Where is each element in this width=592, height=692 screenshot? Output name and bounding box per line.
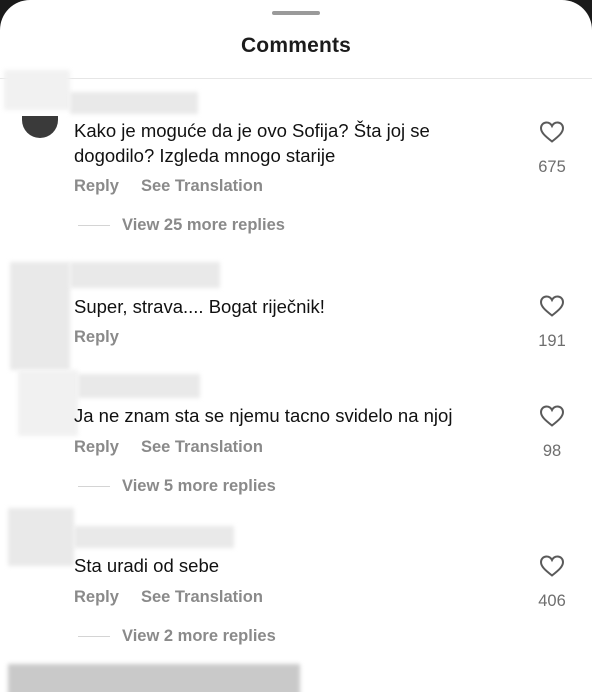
avatar-redacted [4,70,70,110]
view-replies-label: View 25 more replies [122,215,285,234]
view-replies-label: View 5 more replies [122,476,276,495]
heart-icon[interactable] [539,294,565,318]
divider [0,78,592,79]
avatar-redacted [18,370,78,436]
avatar-redacted [10,262,70,370]
comment-text: Super, strava.... Bogat riječnik! [74,296,325,317]
username-redacted [70,92,198,114]
heart-icon[interactable] [539,120,565,144]
username-redacted [78,374,200,398]
reply-button[interactable]: Reply [74,328,119,347]
reply-button[interactable]: Reply [74,177,119,196]
comments-sheet: Comments Kako je moguće da je ovo Sofija… [0,0,592,692]
see-translation-button[interactable]: See Translation [141,588,263,606]
avatar-redacted [8,508,74,566]
like-count: 406 [538,592,566,610]
view-replies-button[interactable]: View 5 more replies [78,475,276,497]
username-redacted [70,262,220,288]
replies-line [78,635,110,637]
page-title: Comments [240,34,352,57]
see-translation-button[interactable]: See Translation [141,177,263,195]
comment-actions: Reply See Translation [74,588,263,607]
view-replies-label: View 2 more replies [122,626,276,645]
comment-text: Ja ne znam sta se njemu tacno svidelo na… [74,405,453,426]
heart-icon[interactable] [539,554,565,578]
reply-button[interactable]: Reply [74,438,119,457]
like-count: 675 [538,158,566,176]
sheet-grabber[interactable] [272,11,320,15]
comment-actions: Reply See Translation [74,177,263,196]
avatar[interactable] [22,116,58,138]
username-redacted [74,526,234,548]
next-comment-redacted [8,664,300,692]
reply-button[interactable]: Reply [74,588,119,607]
comment-text: Sta uradi od sebe [74,555,220,576]
view-replies-button[interactable]: View 25 more replies [78,214,285,236]
comment-text: Kako je moguće da je ovo Sofija? Šta joj… [74,120,430,166]
like-count: 98 [542,442,562,460]
replies-line [78,485,110,487]
replies-line [78,224,110,226]
comment-actions: Reply [74,328,141,347]
comment-actions: Reply See Translation [74,438,263,457]
like-count: 191 [538,332,566,350]
see-translation-button[interactable]: See Translation [141,438,263,456]
view-replies-button[interactable]: View 2 more replies [78,625,276,647]
heart-icon[interactable] [539,404,565,428]
